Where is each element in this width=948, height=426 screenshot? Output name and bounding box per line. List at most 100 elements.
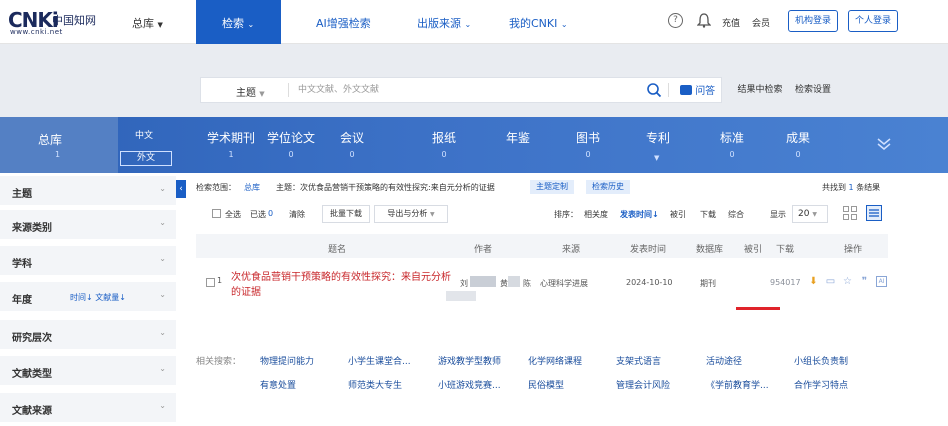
chevron-down-icon: ⌄ — [159, 218, 166, 227]
related-term[interactable]: 小班游戏竞赛... — [438, 378, 501, 391]
category-book[interactable]: 图书 — [568, 129, 608, 146]
favorite-icon[interactable]: ☆ — [842, 276, 853, 287]
export-label: 导出与分析 — [387, 209, 428, 218]
sidebar-collapse-button[interactable]: ‹ — [176, 180, 186, 198]
clear-button[interactable]: 清除 — [289, 209, 305, 220]
member-link[interactable]: 会员 — [752, 16, 770, 29]
related-term[interactable]: 小组长负责制 — [794, 354, 848, 367]
sidebar-item-research-level[interactable]: 研究层次 ⌄ — [0, 320, 176, 350]
author-link[interactable]: 黄 — [500, 278, 508, 289]
search-settings-button[interactable]: 检索设置 — [790, 77, 836, 103]
display-count-select[interactable]: 20 ▼ — [792, 205, 828, 223]
related-term[interactable]: 民俗模型 — [528, 378, 564, 391]
select-all-checkbox[interactable] — [212, 209, 221, 218]
category-total-label: 总库 — [38, 133, 63, 147]
category-achievement[interactable]: 成果 — [778, 129, 818, 146]
related-term[interactable]: 师范类大专生 — [348, 378, 402, 391]
nav-my-cnki[interactable]: 我的CNKI ⌄ — [509, 15, 568, 31]
sort-overall[interactable]: 综合 — [728, 209, 744, 220]
row-checkbox[interactable] — [206, 278, 215, 287]
related-term[interactable]: 游戏教学型教师 — [438, 354, 501, 367]
related-term[interactable]: 化学网络课程 — [528, 354, 582, 367]
nav-publication-source[interactable]: 出版来源 ⌄ — [417, 15, 471, 31]
sidebar-item-year[interactable]: 年度 时间↓ 文献量↓ ⌄ — [0, 282, 176, 312]
search-input[interactable] — [298, 78, 628, 102]
author-link[interactable]: 陈 — [523, 278, 531, 289]
category-standard[interactable]: 标准 — [712, 129, 752, 146]
year-sort-options[interactable]: 时间↓ 文献量↓ — [70, 292, 126, 303]
sidebar-item-label: 来源类别 — [12, 223, 52, 234]
related-term[interactable]: 管理会计风险 — [616, 378, 670, 391]
nav-ai-search[interactable]: AI增强检索 — [316, 15, 371, 31]
related-term[interactable]: 《学前教育学... — [706, 378, 769, 391]
batch-download-button[interactable]: 批量下载 — [322, 205, 370, 223]
search-in-results-button[interactable]: 结果中检索 — [732, 77, 788, 103]
total-library-dropdown[interactable]: 总库 ▼ — [132, 15, 163, 31]
total-library-label: 总库 — [132, 17, 154, 30]
sort-relevance[interactable]: 相关度 — [584, 209, 608, 220]
related-term[interactable]: 支架式语言 — [616, 354, 661, 367]
search-history-button[interactable]: 检索历史 — [586, 180, 630, 194]
foreign-toggle[interactable]: 外文 — [120, 151, 172, 166]
author-link[interactable]: 刘 — [460, 278, 468, 289]
grid-view-icon[interactable] — [842, 205, 858, 221]
top-navigation: CNKi 中国知网 www.cnki.net 总库 ▼ 检索 ⌄ AI增强检索 … — [0, 0, 948, 44]
source-link[interactable]: 心理科学进展 — [540, 278, 588, 289]
sidebar-item-subject[interactable]: 学科 ⌄ — [0, 246, 176, 276]
selected-count: 0 — [268, 209, 274, 218]
topic-custom-button[interactable]: 主题定制 — [530, 180, 574, 194]
sidebar-item-topic[interactable]: 主题 ⌄ — [0, 176, 176, 206]
column-cited: 被引 — [744, 245, 763, 255]
chinese-toggle[interactable]: 中文 — [118, 129, 170, 143]
category-patent[interactable]: 专利 — [638, 129, 678, 146]
caret-down-icon: ▼ — [812, 211, 817, 218]
bell-icon[interactable] — [697, 13, 711, 28]
download-icon[interactable]: ⬇ — [808, 276, 819, 287]
category-conference[interactable]: 会议 — [332, 129, 372, 146]
related-term[interactable]: 合作学习特点 — [794, 378, 848, 391]
select-all-label[interactable]: 全选 — [225, 209, 241, 220]
scope-label: 检索范围： — [196, 183, 236, 192]
category-journal[interactable]: 学术期刊 — [206, 129, 256, 146]
download-highlight-underline — [736, 307, 780, 310]
related-term[interactable]: 有意处置 — [260, 378, 296, 391]
sidebar-item-doc-type[interactable]: 文献类型 ⌄ — [0, 356, 176, 386]
search-field-select[interactable]: 主题 ▼ — [236, 84, 265, 99]
caret-down-icon: ▼ — [259, 90, 265, 98]
category-thesis[interactable]: 学位论文 — [266, 129, 316, 146]
cnki-logo[interactable]: CNKi 中国知网 www.cnki.net — [8, 8, 110, 36]
ai-icon[interactable]: AI — [876, 276, 887, 287]
expand-double-chevron-icon[interactable] — [876, 137, 892, 151]
column-actions: 操作 — [844, 245, 863, 255]
nav-search[interactable]: 检索 ⌄ — [222, 15, 254, 31]
read-icon[interactable]: ▭ — [825, 276, 836, 287]
search-icon[interactable] — [646, 82, 662, 98]
help-icon[interactable]: ? — [668, 13, 683, 28]
recharge-link[interactable]: 充值 — [722, 16, 740, 29]
search-field-label: 主题 — [236, 88, 256, 99]
logo-mark: CNKi — [8, 8, 59, 32]
column-author: 作者 — [474, 245, 493, 255]
org-login-button[interactable]: 机构登录 — [788, 10, 838, 32]
sort-publish-date[interactable]: 发表时间↓ — [620, 209, 659, 220]
quote-icon[interactable]: ❞ — [859, 276, 870, 287]
sort-download[interactable]: 下载 — [700, 209, 716, 220]
related-term[interactable]: 活动途径 — [706, 354, 742, 367]
chevron-down-icon: ⌄ — [159, 364, 166, 373]
list-view-icon[interactable] — [866, 205, 882, 221]
related-term[interactable]: 小学生课堂合... — [348, 354, 411, 367]
related-term[interactable]: 物理提问能力 — [260, 354, 314, 367]
category-journal-count: 1 — [228, 150, 234, 159]
category-yearbook[interactable]: 年鉴 — [498, 129, 538, 146]
sort-cited[interactable]: 被引 — [670, 209, 686, 220]
sidebar-item-doc-source[interactable]: 文献来源 ⌄ — [0, 393, 176, 423]
result-title-link[interactable]: 次优食品营销干预策略的有效性探究：来自元分析的证据 — [231, 270, 451, 300]
search-divider — [288, 83, 289, 97]
sidebar-item-source-category[interactable]: 来源类别 ⌄ — [0, 210, 176, 240]
personal-login-button[interactable]: 个人登录 — [848, 10, 898, 32]
ask-button[interactable]: 问答 — [680, 82, 715, 97]
export-analysis-button[interactable]: 导出与分析 ▼ — [374, 205, 448, 223]
download-count[interactable]: 954017 — [770, 278, 801, 287]
scope-value[interactable]: 总库 — [244, 182, 260, 193]
category-newspaper[interactable]: 报纸 — [424, 129, 464, 146]
